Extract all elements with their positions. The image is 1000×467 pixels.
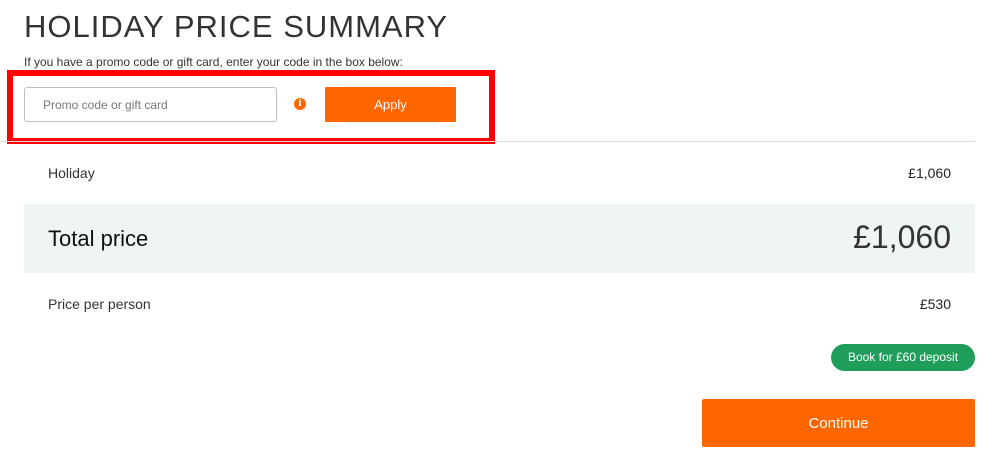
price-per-person-value: £530 (919, 296, 951, 312)
holiday-label: Holiday (48, 165, 95, 181)
divider (0, 141, 975, 142)
promo-instruction: If you have a promo code or gift card, e… (24, 55, 403, 69)
total-price-row: Total price £1,060 (24, 204, 975, 273)
holiday-price-summary-page: HOLIDAY PRICE SUMMARY If you have a prom… (0, 0, 1000, 467)
total-price-value: £1,060 (853, 219, 951, 255)
deposit-badge: Book for £60 deposit (831, 344, 975, 371)
price-per-person-label: Price per person (48, 296, 151, 312)
apply-button[interactable]: Apply (325, 87, 456, 122)
holiday-price: £1,060 (908, 165, 951, 181)
total-price-label: Total price (48, 226, 149, 251)
continue-button[interactable]: Continue (702, 399, 975, 447)
info-icon[interactable]: i (294, 98, 306, 110)
page-title: HOLIDAY PRICE SUMMARY (24, 9, 449, 44)
promo-code-input[interactable] (24, 87, 277, 122)
